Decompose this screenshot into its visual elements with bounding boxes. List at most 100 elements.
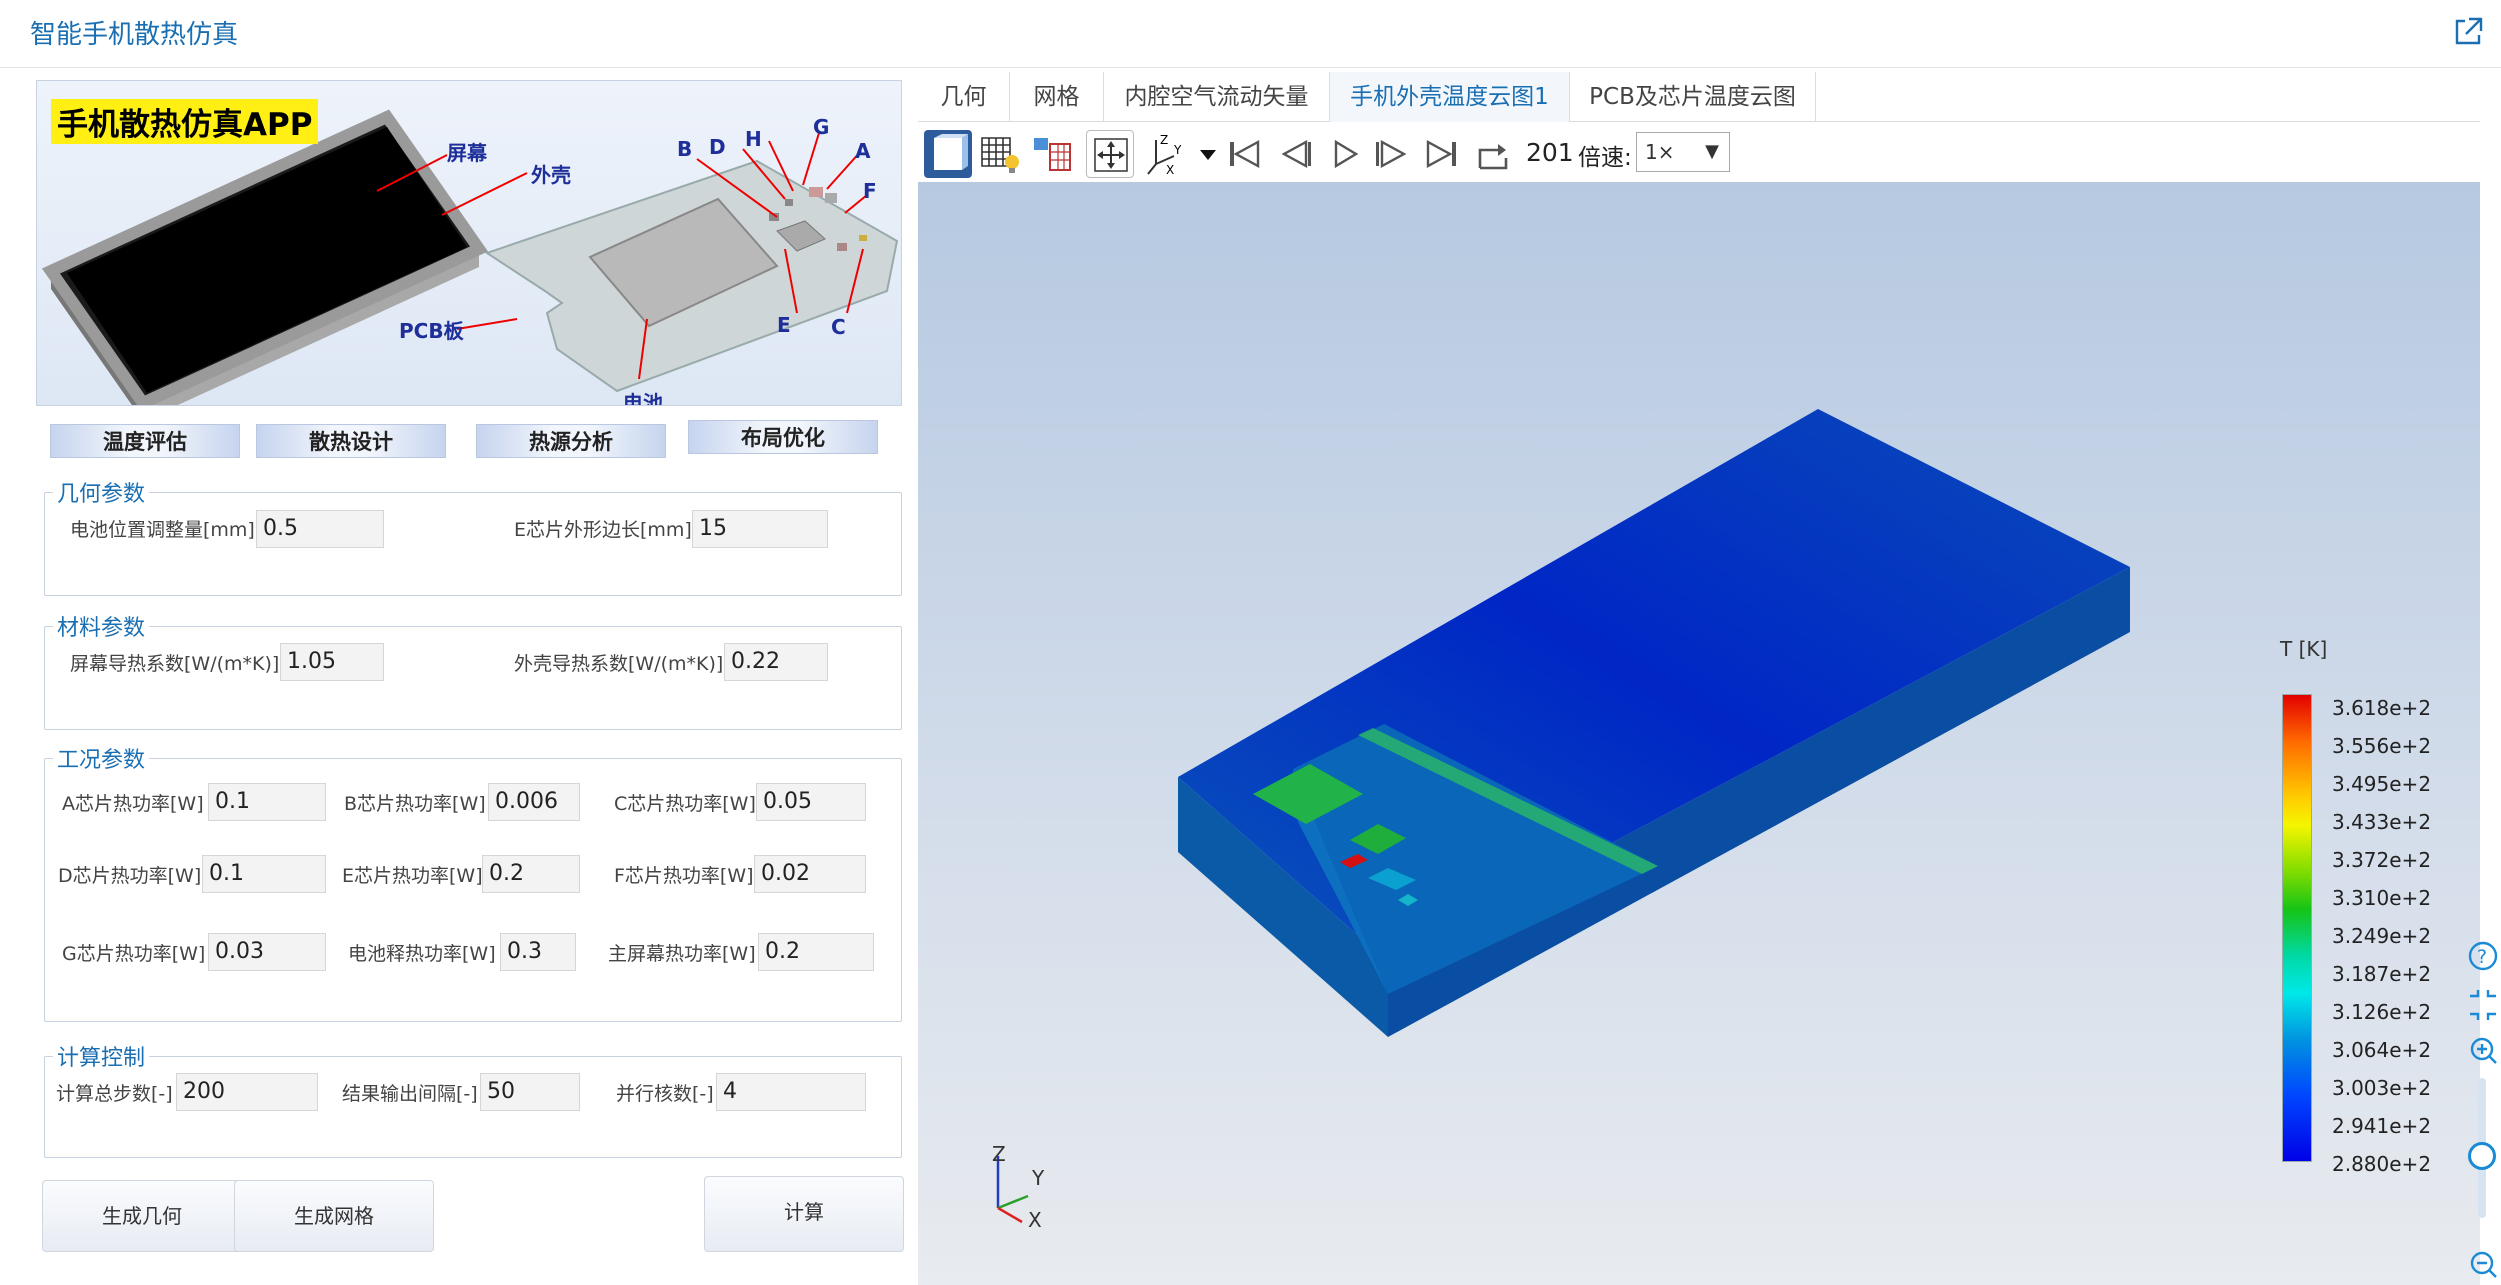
frame-number: 201 [1526,138,1574,167]
tab-heat-source-analysis[interactable]: 热源分析 [476,424,666,458]
help-icon[interactable]: ? [2468,936,2498,976]
shell-k-label: 外壳导热系数[W/(m*K)] [514,653,724,675]
left-panel: 手机散热仿真APP 屏幕 外壳 PCB板 电池 B D H G A F E C … [36,80,906,1280]
axis-orientation-icon[interactable]: ZYX [1140,130,1188,178]
compute-button[interactable]: 计算 [704,1176,904,1252]
axis-dropdown-icon[interactable] [1184,130,1216,178]
tab-geometry[interactable]: 几何 [918,72,1010,122]
shell-k-input[interactable]: 0.22 [724,643,828,681]
previous-frame-icon[interactable] [1270,130,1318,178]
chip-a-power-input[interactable]: 0.1 [208,783,326,821]
label-d: D [709,135,726,159]
chip-c-power-label: C芯片热功率[W] [614,793,756,815]
label-h: H [745,127,762,151]
tab-shell-temperature[interactable]: 手机外壳温度云图1 [1330,72,1570,122]
chip-b-power-label: B芯片热功率[W] [344,793,486,815]
legend-tick: 3.187e+2 [2332,962,2432,986]
output-interval-label: 结果输出间隔[-] [342,1083,478,1105]
legend-tick: 3.126e+2 [2332,1000,2432,1024]
label-a: A [855,139,871,163]
label-g: G [813,115,830,139]
label-b: B [677,137,693,161]
tab-heat-design[interactable]: 散热设计 [256,424,446,458]
cores-input[interactable]: 4 [716,1073,866,1111]
next-frame-icon[interactable] [1368,130,1416,178]
legend-tick: 3.556e+2 [2332,734,2432,758]
chip-d-power-label: D芯片热功率[W] [58,865,202,887]
phone-temperature-model [1178,409,2130,1037]
screen-k-input[interactable]: 1.05 [280,643,384,681]
tab-pcb-temperature[interactable]: PCB及芯片温度云图 [1570,72,1816,122]
battery-offset-label: 电池位置调整量[mm] [70,519,255,541]
chip-a-power-label: A芯片热功率[W] [62,793,204,815]
app-banner: 手机散热仿真APP 屏幕 外壳 PCB板 电池 B D H G A F E C [36,80,902,406]
scene-icon[interactable] [1028,130,1076,178]
tab-layout-optimization[interactable]: 布局优化 [688,420,878,454]
first-frame-icon[interactable] [1220,130,1268,178]
viewer-toolbar: ZYX 201 倍速: 1× ▼ [918,126,2480,182]
speed-select[interactable]: 1× ▼ [1636,132,1730,172]
chip-e-power-input[interactable]: 0.2 [482,855,580,893]
function-tabs: 温度评估 散热设计 热源分析 布局优化 [36,420,902,460]
tab-temperature-assessment[interactable]: 温度评估 [50,424,240,458]
mesh-light-icon[interactable] [976,130,1024,178]
compute-legend: 计算控制 [57,1046,146,1071]
total-steps-input[interactable]: 200 [176,1073,318,1111]
battery-offset-input[interactable]: 0.5 [256,510,384,548]
right-panel: 几何 网格 内腔空气流动矢量 手机外壳温度云图1 PCB及芯片温度云图 ZYX [918,72,2498,1285]
triad-z-label: Z [992,1142,1006,1166]
legend-tick: 3.495e+2 [2332,772,2432,796]
legend-tick: 3.310e+2 [2332,886,2432,910]
screen-power-input[interactable]: 0.2 [758,933,874,971]
chip-b-power-input[interactable]: 0.006 [488,783,580,821]
banner-app-name: 手机散热仿真APP [51,99,319,144]
label-f: F [863,179,877,203]
chip-g-power-input[interactable]: 0.03 [208,933,326,971]
speed-value: 1× [1645,140,1675,164]
legend-tick: 3.249e+2 [2332,924,2432,948]
chip-e-side-label: E芯片外形边长[mm] [514,519,692,541]
zoom-out-icon[interactable] [2468,1248,2498,1282]
chip-f-power-input[interactable]: 0.02 [754,855,866,893]
svg-text:Z: Z [1160,133,1168,147]
total-steps-label: 计算总步数[-] [56,1083,173,1105]
label-screen: 屏幕 [447,141,487,165]
chip-c-power-input[interactable]: 0.05 [756,783,866,821]
label-c: C [831,315,846,339]
zoom-slider-handle[interactable] [2468,1142,2496,1170]
chip-g-power-label: G芯片热功率[W] [62,943,206,965]
label-battery: 电池 [623,391,663,406]
legend-tick: 3.064e+2 [2332,1038,2432,1062]
output-interval-input[interactable]: 50 [480,1073,580,1111]
screen-power-label: 主屏幕热功率[W] [608,943,756,965]
generate-geometry-button[interactable]: 生成几何 [42,1180,242,1252]
3d-viewport[interactable]: Z Y X T [K] 3.618e+2 3.556e+2 3.495e+2 3… [918,182,2480,1285]
chevron-down-icon: ▼ [1705,141,1719,162]
loop-icon[interactable] [1470,130,1518,178]
zoom-extents-icon[interactable] [1086,130,1134,178]
triad-x-label: X [1028,1208,1042,1232]
fit-view-icon[interactable] [2468,988,2498,1022]
label-pcb: PCB板 [399,319,464,343]
label-e: E [777,313,791,337]
svg-text:X: X [1166,163,1174,177]
title-bar: 智能手机散热仿真 [0,0,2501,68]
tab-air-flow-vectors[interactable]: 内腔空气流动矢量 [1104,72,1330,122]
legend-tick: 2.941e+2 [2332,1114,2432,1138]
play-icon[interactable] [1320,130,1368,178]
color-bar [2282,694,2312,1162]
chip-d-power-input[interactable]: 0.1 [202,855,326,893]
zoom-in-icon[interactable] [2468,1034,2498,1068]
chip-e-side-input[interactable]: 15 [692,510,828,548]
legend-tick: 3.618e+2 [2332,696,2432,720]
open-external-icon[interactable] [2451,15,2485,49]
chip-e-power-label: E芯片热功率[W] [342,865,483,887]
tab-mesh[interactable]: 网格 [1010,72,1104,122]
last-frame-icon[interactable] [1418,130,1466,178]
generate-mesh-button[interactable]: 生成网格 [234,1180,434,1252]
view-mode-icon[interactable] [924,130,972,178]
legend-tick: 3.433e+2 [2332,810,2432,834]
geometry-legend: 几何参数 [57,482,146,507]
battery-power-input[interactable]: 0.3 [500,933,576,971]
screen-k-label: 屏幕导热系数[W/(m*K)] [70,653,280,675]
